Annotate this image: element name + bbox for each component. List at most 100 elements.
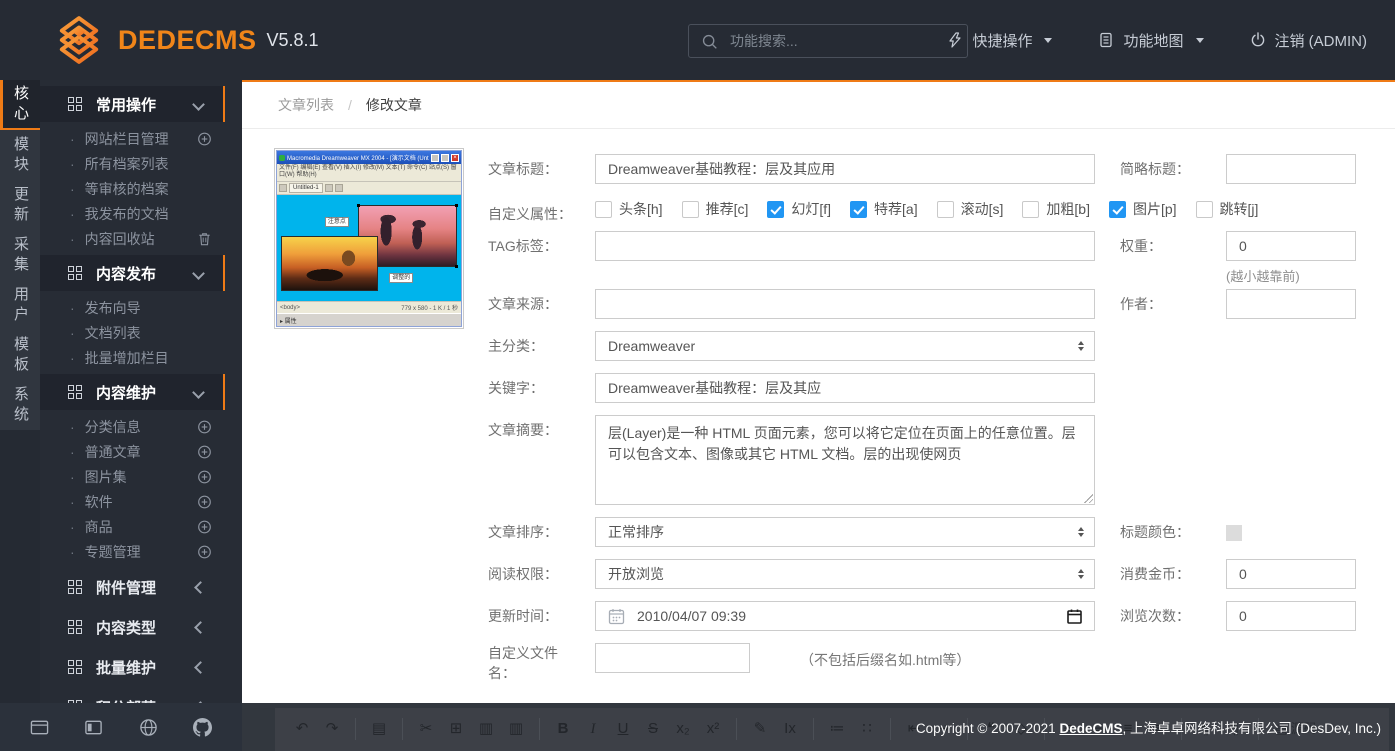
search-input[interactable]	[728, 32, 955, 50]
plus-circle-icon[interactable]	[197, 469, 212, 484]
checkbox-推荐[c][interactable]: 推荐[c]	[682, 199, 749, 219]
menu-item-我发布的文档[interactable]: ·我发布的文档	[40, 201, 242, 226]
checkbox-图片[p][interactable]: 图片[p]	[1109, 199, 1177, 219]
rail-tab-系统[interactable]: 系统	[0, 380, 40, 430]
rail-tab-采集[interactable]: 采集	[0, 230, 40, 280]
menu-section-附件管理[interactable]: 附件管理	[40, 570, 225, 604]
plus-circle-icon[interactable]	[197, 494, 212, 509]
menu-item-所有档案列表[interactable]: ·所有档案列表	[40, 151, 242, 176]
weight-input[interactable]	[1226, 231, 1356, 261]
checkbox-加粗[b][interactable]: 加粗[b]	[1022, 199, 1090, 219]
filename-input[interactable]	[595, 643, 750, 673]
checkbox-checked-icon[interactable]	[850, 201, 867, 218]
undo-icon[interactable]: ↶	[287, 717, 317, 741]
remove-format-icon[interactable]: Ix	[775, 717, 805, 741]
dedecms-link[interactable]: DedeCMS	[1059, 721, 1122, 736]
globe-icon[interactable]	[139, 718, 158, 737]
paste-icon[interactable]: ▥	[471, 717, 501, 741]
menu-item-label: 发布向导	[85, 298, 141, 318]
superscript-icon[interactable]: x²	[698, 717, 728, 741]
update-time-field[interactable]: 2010/04/07 09:39	[595, 601, 1095, 631]
checkbox-头条[h][interactable]: 头条[h]	[595, 199, 663, 219]
function-search-box[interactable]	[688, 24, 968, 58]
menu-item-分类信息[interactable]: ·分类信息	[40, 414, 242, 439]
strikethrough-icon[interactable]: S	[638, 717, 668, 741]
menu-item-商品[interactable]: ·商品	[40, 514, 242, 539]
abstract-textarea[interactable]: 层(Layer)是一种 HTML 页面元素，您可以将它定位在页面上的任意位置。层…	[595, 415, 1095, 505]
quick-actions-menu[interactable]: 快捷操作	[947, 30, 1052, 51]
menu-section-内容发布[interactable]: 内容发布	[40, 255, 225, 291]
checkbox-特荐[a][interactable]: 特荐[a]	[850, 199, 918, 219]
title-input[interactable]	[595, 154, 1095, 184]
copy-icon[interactable]: ⊞	[441, 717, 471, 741]
menu-section-内容维护[interactable]: 内容维护	[40, 374, 225, 410]
menu-item-普通文章[interactable]: ·普通文章	[40, 439, 242, 464]
menu-item-图片集[interactable]: ·图片集	[40, 464, 242, 489]
category-select[interactable]: Dreamweaver	[595, 331, 1095, 361]
menu-item-文档列表[interactable]: ·文档列表	[40, 320, 242, 345]
subscript-icon[interactable]: x₂	[668, 717, 698, 741]
author-input[interactable]	[1226, 289, 1356, 319]
logout-button[interactable]: 注销 (ADMIN)	[1250, 30, 1368, 51]
rail-tab-更新[interactable]: 更新	[0, 180, 40, 230]
underline-icon[interactable]: U	[608, 717, 638, 741]
redo-icon[interactable]: ↷	[317, 717, 347, 741]
bold-icon[interactable]: B	[548, 717, 578, 741]
menu-section-内容类型[interactable]: 内容类型	[40, 610, 225, 644]
source-document-icon[interactable]: ▤	[364, 717, 394, 741]
checkbox-跳转[j][interactable]: 跳转[j]	[1196, 199, 1259, 219]
menu-item-发布向导[interactable]: ·发布向导	[40, 295, 242, 320]
plus-circle-icon[interactable]	[197, 544, 212, 559]
format-brush-icon[interactable]: ✎	[745, 717, 775, 741]
thumb-window-titlebar: Macromedia Dreamweaver MX 2004 - [演示文档 (…	[277, 151, 461, 164]
unordered-list-icon[interactable]: ∷	[852, 717, 882, 741]
title-color-swatch[interactable]	[1226, 525, 1242, 541]
tag-input[interactable]	[595, 231, 1095, 261]
menu-section-常用操作[interactable]: 常用操作	[40, 86, 225, 122]
checkbox-滚动[s][interactable]: 滚动[s]	[937, 199, 1004, 219]
read-perm-select[interactable]: 开放浏览	[595, 559, 1095, 589]
views-input[interactable]	[1226, 601, 1356, 631]
brand[interactable]: DEDECMS V5.8.1	[54, 15, 319, 65]
sort-select[interactable]: 正常排序	[595, 517, 1095, 547]
rail-tab-核心[interactable]: 核心	[0, 80, 40, 130]
browser-window-icon[interactable]	[30, 718, 49, 737]
rail-tab-用户[interactable]: 用户	[0, 280, 40, 330]
source-input[interactable]	[595, 289, 1095, 319]
plus-circle-icon[interactable]	[197, 419, 212, 434]
rail-tab-模板[interactable]: 模板	[0, 330, 40, 380]
checkbox-checked-icon[interactable]	[767, 201, 784, 218]
ordered-list-icon[interactable]: ≔	[822, 717, 852, 741]
menu-item-软件[interactable]: ·软件	[40, 489, 242, 514]
menu-item-内容回收站[interactable]: ·内容回收站	[40, 226, 242, 251]
datepicker-icon[interactable]	[1067, 609, 1082, 624]
plus-circle-icon[interactable]	[197, 444, 212, 459]
trash-icon[interactable]	[197, 231, 212, 246]
checkbox-unchecked-icon[interactable]	[595, 201, 612, 218]
sort-label: 文章排序：	[488, 524, 558, 541]
plus-circle-icon[interactable]	[197, 519, 212, 534]
github-icon[interactable]	[193, 718, 212, 737]
coins-input[interactable]	[1226, 559, 1356, 589]
checkbox-unchecked-icon[interactable]	[682, 201, 699, 218]
cut-icon[interactable]: ✂	[411, 717, 441, 741]
checkbox-unchecked-icon[interactable]	[1022, 201, 1039, 218]
keywords-input[interactable]	[595, 373, 1095, 403]
rail-tab-模块[interactable]: 模块	[0, 130, 40, 180]
checkbox-checked-icon[interactable]	[1109, 201, 1126, 218]
plus-circle-icon[interactable]	[197, 131, 212, 146]
menu-section-批量维护[interactable]: 批量维护	[40, 650, 225, 684]
menu-item-批量增加栏目[interactable]: ·批量增加栏目	[40, 345, 242, 370]
menu-section-积分部落[interactable]: 积分部落	[40, 690, 225, 703]
layout-panel-icon[interactable]	[84, 718, 103, 737]
italic-icon[interactable]: I	[578, 717, 608, 741]
menu-item-等审核的档案[interactable]: ·等审核的档案	[40, 176, 242, 201]
checkbox-unchecked-icon[interactable]	[1196, 201, 1213, 218]
checkbox-幻灯[f][interactable]: 幻灯[f]	[767, 199, 831, 219]
feature-map-menu[interactable]: 功能地图	[1098, 30, 1203, 51]
menu-item-网站栏目管理[interactable]: ·网站栏目管理	[40, 126, 242, 151]
menu-item-专题管理[interactable]: ·专题管理	[40, 539, 242, 564]
short-title-input[interactable]	[1226, 154, 1356, 184]
paste-from-word-icon[interactable]: ▥	[501, 717, 531, 741]
checkbox-unchecked-icon[interactable]	[937, 201, 954, 218]
